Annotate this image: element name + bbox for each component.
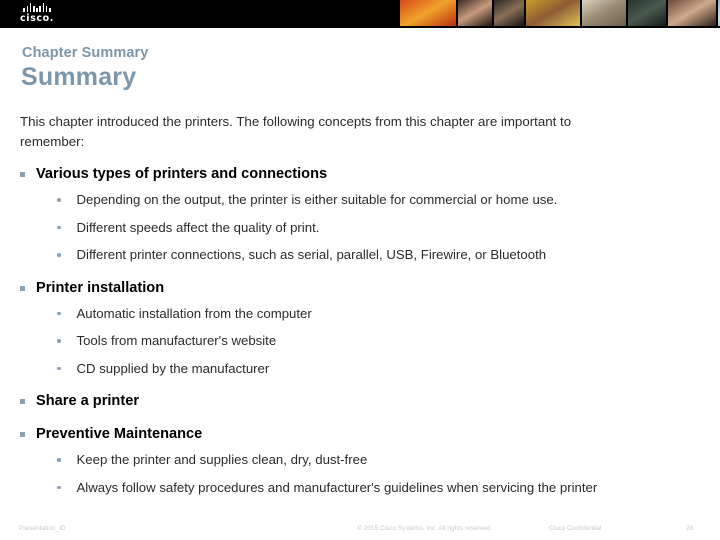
footer-presentation-id: Presentation_ID — [19, 525, 66, 532]
cisco-logo: cisco. — [11, 3, 63, 24]
bullet-level2: CD supplied by the manufacturer — [57, 360, 680, 379]
dot-bullet-icon — [57, 339, 61, 343]
photo-woman-yellow-scarf — [526, 0, 580, 26]
dot-bullet-icon — [57, 485, 61, 489]
dot-bullet-icon — [57, 225, 61, 229]
dot-bullet-icon — [57, 198, 61, 202]
bullet-level2-label: Automatic installation from the computer — [76, 305, 312, 321]
slide: cisco. Chapter Summary Summary This chap… — [0, 0, 720, 540]
photo-food-closeup — [400, 0, 456, 26]
photo-classroom-board — [628, 0, 666, 26]
photo-woman-asian — [668, 0, 716, 26]
chapter-title: Chapter Summary — [22, 45, 149, 61]
bullet-level2: Tools from manufacturer's website — [57, 332, 680, 351]
slide-body: This chapter introduced the printers. Th… — [20, 112, 680, 497]
bullet-level1-label: Preventive Maintenance — [36, 426, 203, 442]
header-banner: cisco. — [0, 0, 720, 28]
bullet-level1-label: Share a printer — [36, 393, 140, 409]
cisco-signal-bars-icon — [11, 3, 63, 12]
bullet-sublist: Depending on the output, the printer is … — [57, 191, 680, 265]
square-bullet-icon — [20, 172, 25, 177]
cisco-logo-zone: cisco. — [0, 0, 400, 28]
bullet-level2: Automatic installation from the computer — [57, 305, 680, 324]
bullet-level2-label: Tools from manufacturer's website — [76, 333, 277, 348]
bullet-level2: Different printer connections, such as s… — [57, 246, 680, 265]
footer-page-number: 28 — [686, 525, 694, 532]
bullet-level1: Preventive Maintenance — [20, 425, 680, 444]
bullet-level2: Keep the printer and supplies clean, dry… — [57, 451, 680, 470]
square-bullet-icon — [20, 285, 25, 291]
bullet-level2-label: Keep the printer and supplies clean, dry… — [76, 452, 368, 467]
bullet-sublist: Automatic installation from the computer… — [57, 305, 680, 379]
footer-confidentiality: Cisco Confidential — [549, 525, 602, 532]
slide-footer: Presentation_ID © 2015 Cisco Systems, In… — [0, 523, 720, 537]
photo-woman-dark-hair — [458, 0, 492, 26]
photo-woman-headscarf — [582, 0, 626, 26]
bullet-level2: Always follow safety procedures and manu… — [57, 479, 680, 498]
dot-bullet-icon — [57, 311, 61, 315]
bullet-level1-label: Printer installation — [36, 279, 165, 296]
bullet-level1: Various types of printers and connection… — [20, 165, 680, 184]
header-photo-strip — [400, 0, 720, 26]
bullet-level2: Depending on the output, the printer is … — [57, 191, 680, 210]
bullet-level1: Printer installation — [20, 279, 680, 298]
bullet-sublist: Keep the printer and supplies clean, dry… — [57, 451, 680, 497]
dot-bullet-icon — [57, 253, 61, 257]
bullet-level2-label: Depending on the output, the printer is … — [76, 192, 558, 207]
bullet-level2-label: Different speeds affect the quality of p… — [76, 219, 320, 235]
dot-bullet-icon — [57, 366, 61, 370]
square-bullet-icon — [20, 399, 25, 404]
intro-paragraph: This chapter introduced the printers. Th… — [20, 114, 572, 149]
bullet-level2-label: Different printer connections, such as s… — [76, 247, 547, 262]
cisco-wordmark: cisco. — [20, 13, 54, 24]
bullet-level2-label: Always follow safety procedures and manu… — [76, 479, 598, 495]
square-bullet-icon — [20, 432, 25, 437]
page-title: Summary — [21, 63, 137, 91]
bullet-level1: Share a printer — [20, 392, 680, 411]
footer-copyright: © 2015 Cisco Systems, Inc. All rights re… — [357, 525, 493, 532]
bullet-level2: Different speeds affect the quality of p… — [57, 219, 680, 238]
bullet-level2-label: CD supplied by the manufacturer — [76, 360, 270, 376]
photo-man-thinking — [494, 0, 524, 26]
bullet-level1-label: Various types of printers and connection… — [36, 166, 328, 182]
bullet-sections: Various types of printers and connection… — [20, 165, 680, 497]
dot-bullet-icon — [57, 458, 61, 462]
